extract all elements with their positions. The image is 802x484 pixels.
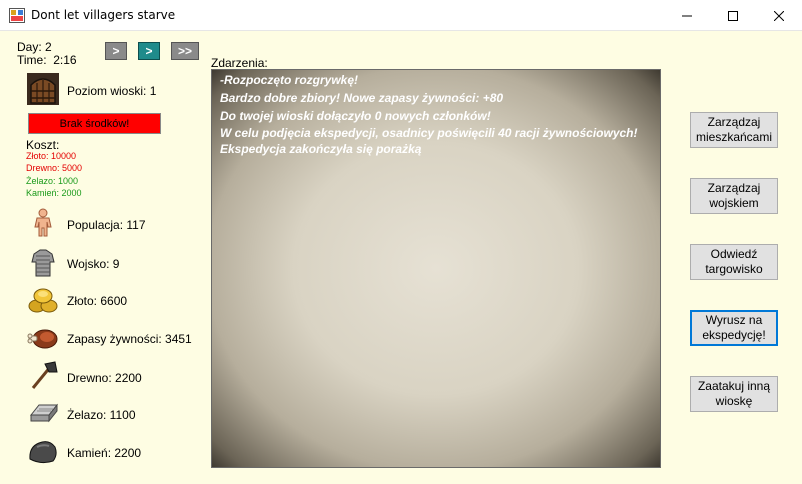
events-log[interactable]: -Rozpoczęto rozgrywkę! Bardzo dobre zbio… [211, 69, 661, 468]
event-line: Ekspedycja zakończyła się porażką [220, 142, 422, 156]
gold-icon [28, 288, 58, 313]
army-icon [31, 249, 55, 277]
village-level-label: Poziom wioski: 1 [67, 84, 157, 98]
minimize-icon [682, 15, 692, 16]
wood-label: Drewno: 2200 [67, 371, 142, 385]
gold-label: Złoto: 6600 [67, 294, 128, 308]
attack-village-button[interactable]: Zaatakuj inną wioskę [690, 376, 778, 412]
maximize-icon [728, 10, 738, 21]
close-button[interactable] [756, 0, 802, 31]
event-line: W celu podjęcia ekspedycji, osadnicy poś… [220, 126, 638, 140]
speed-fastest-button[interactable]: >> [171, 42, 199, 60]
cost-iron: Żelazo: 1000 [26, 176, 79, 186]
speed-normal-button[interactable]: > [105, 42, 127, 60]
window-title: Dont let villagers starve [31, 8, 176, 22]
day-counter: Day: 2 [17, 40, 52, 54]
app-icon [9, 8, 25, 23]
stone-label: Kamień: 2200 [67, 446, 142, 460]
expedition-button[interactable]: Wyrusz na ekspedycję! [690, 310, 778, 346]
iron-ingot-icon [29, 403, 59, 423]
population-label: Populacja: 117 [67, 218, 146, 232]
event-line: Do twojej wioski dołączyło 0 nowych czło… [220, 109, 491, 123]
event-line: Bardzo dobre zbiory! Nowe zapasy żywnośc… [220, 91, 504, 105]
cost-stone: Kamień: 2000 [26, 188, 82, 198]
upgrade-village-button[interactable]: Brak środków! [28, 113, 161, 134]
events-label: Zdarzenia: [211, 56, 268, 70]
food-icon [27, 329, 58, 349]
wood-axe-icon [31, 361, 58, 389]
event-line: -Rozpoczęto rozgrywkę! [220, 73, 359, 87]
cost-title: Koszt: [26, 138, 60, 152]
cost-gold: Złoto: 10000 [26, 151, 77, 161]
title-bar: Dont let villagers starve [0, 0, 802, 31]
village-gate-icon [27, 73, 59, 105]
maximize-button[interactable] [710, 0, 756, 31]
visit-market-button[interactable]: Odwiedź targowisko [690, 244, 778, 280]
cost-wood: Drewno: 5000 [26, 163, 83, 173]
stone-icon [29, 441, 57, 464]
manage-army-button[interactable]: Zarządzaj wojskiem [690, 178, 778, 214]
manage-residents-button[interactable]: Zarządzaj mieszkańcami [690, 112, 778, 148]
game-window: Day: 2 Time: 2:16 > > >> Poziom wioski: … [0, 31, 802, 484]
food-label: Zapasy żywności: 3451 [67, 332, 192, 346]
close-icon [774, 10, 784, 21]
army-label: Wojsko: 9 [67, 257, 120, 271]
population-icon [34, 208, 52, 237]
speed-fast-button[interactable]: > [138, 42, 160, 60]
minimize-button[interactable] [664, 0, 710, 31]
iron-label: Żelazo: 1100 [67, 408, 136, 422]
time-counter: Time: 2:16 [17, 53, 77, 67]
